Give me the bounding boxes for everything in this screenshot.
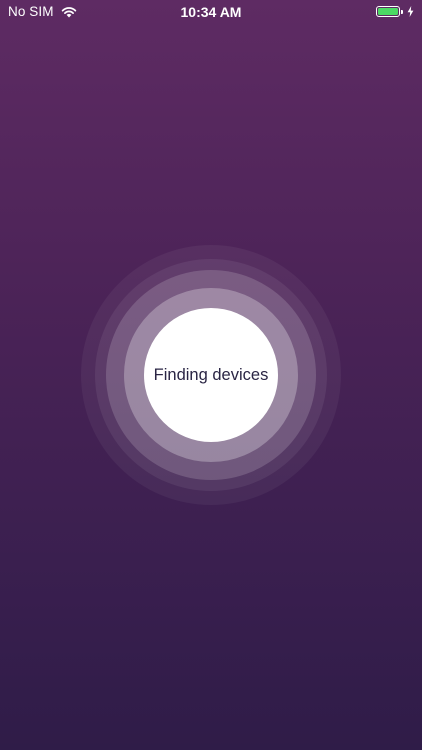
finding-devices-circle: Finding devices [144,308,278,442]
finding-devices-label: Finding devices [153,365,269,384]
finding-devices-screen: No SIM 10:34 AM Finding devices [0,0,422,750]
status-time: 10:34 AM [180,4,242,20]
battery-group [376,6,414,17]
battery-cap [401,9,403,14]
status-bar: No SIM 10:34 AM [0,0,422,24]
battery-fill [378,8,398,15]
charging-icon [407,6,414,17]
battery-icon [376,6,400,17]
